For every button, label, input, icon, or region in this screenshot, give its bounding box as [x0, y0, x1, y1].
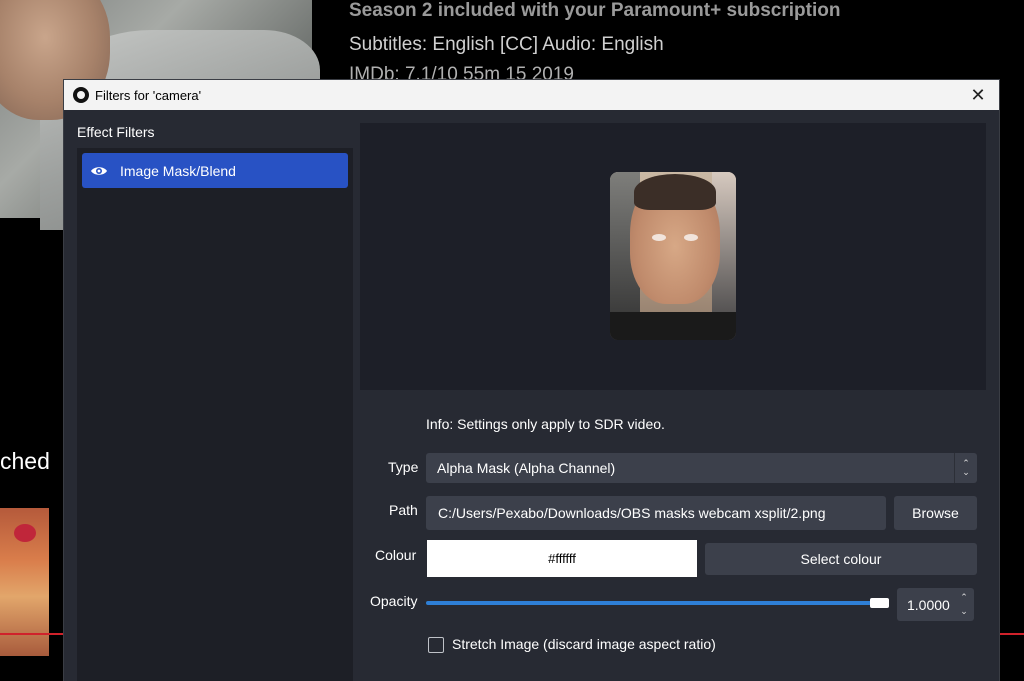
obs-logo-icon	[73, 87, 89, 103]
opacity-value: 1.0000	[907, 596, 950, 613]
eye-icon[interactable]	[90, 165, 108, 177]
updown-arrows-icon[interactable]: ⌃ ⌄	[954, 453, 977, 483]
updown-arrows-icon[interactable]: ⌃ ⌄	[958, 592, 970, 617]
filters-dialog: Filters for 'camera' ✕ Effect Filters Im…	[64, 80, 999, 681]
background-progress-line-right	[1000, 633, 1024, 635]
preview-image	[610, 172, 736, 340]
path-input-value: C:/Users/Pexabo/Downloads/OBS masks webc…	[438, 505, 826, 521]
filter-item-label: Image Mask/Blend	[120, 162, 236, 179]
close-button[interactable]: ✕	[967, 84, 989, 106]
opacity-spinbox[interactable]: 1.0000 ⌃ ⌄	[897, 588, 974, 621]
filter-item-image-mask-blend[interactable]: Image Mask/Blend	[82, 153, 348, 188]
background-subscription-text: Season 2 included with your Paramount+ s…	[349, 0, 841, 21]
opacity-slider-handle[interactable]	[870, 598, 889, 608]
dialog-titlebar[interactable]: Filters for 'camera' ✕	[64, 80, 999, 110]
select-colour-button[interactable]: Select colour	[705, 543, 977, 575]
path-input[interactable]: C:/Users/Pexabo/Downloads/OBS masks webc…	[426, 496, 886, 530]
stretch-image-checkbox[interactable]	[428, 637, 444, 653]
background-progress-line	[0, 633, 64, 635]
info-text: Info: Settings only apply to SDR video.	[426, 416, 665, 432]
stretch-image-label[interactable]: Stretch Image (discard image aspect rati…	[452, 636, 716, 652]
opacity-label: Opacity	[370, 593, 418, 609]
background-partial-heading: ched	[0, 448, 50, 474]
opacity-slider-track[interactable]	[426, 601, 888, 605]
filter-list[interactable]: Image Mask/Blend	[77, 148, 353, 681]
effect-filters-label: Effect Filters	[77, 124, 155, 140]
dialog-title: Filters for 'camera'	[95, 87, 202, 103]
type-select-value: Alpha Mask (Alpha Channel)	[437, 460, 616, 476]
filter-preview	[360, 123, 986, 390]
colour-label: Colour	[375, 547, 417, 563]
browse-button[interactable]: Browse	[894, 496, 977, 530]
type-select[interactable]: Alpha Mask (Alpha Channel) ⌃ ⌄	[426, 453, 977, 483]
type-label: Type	[388, 459, 419, 475]
colour-swatch: #ffffff	[427, 540, 697, 577]
background-language-text: Subtitles: English [CC] Audio: English	[349, 34, 664, 55]
path-label: Path	[389, 502, 418, 518]
